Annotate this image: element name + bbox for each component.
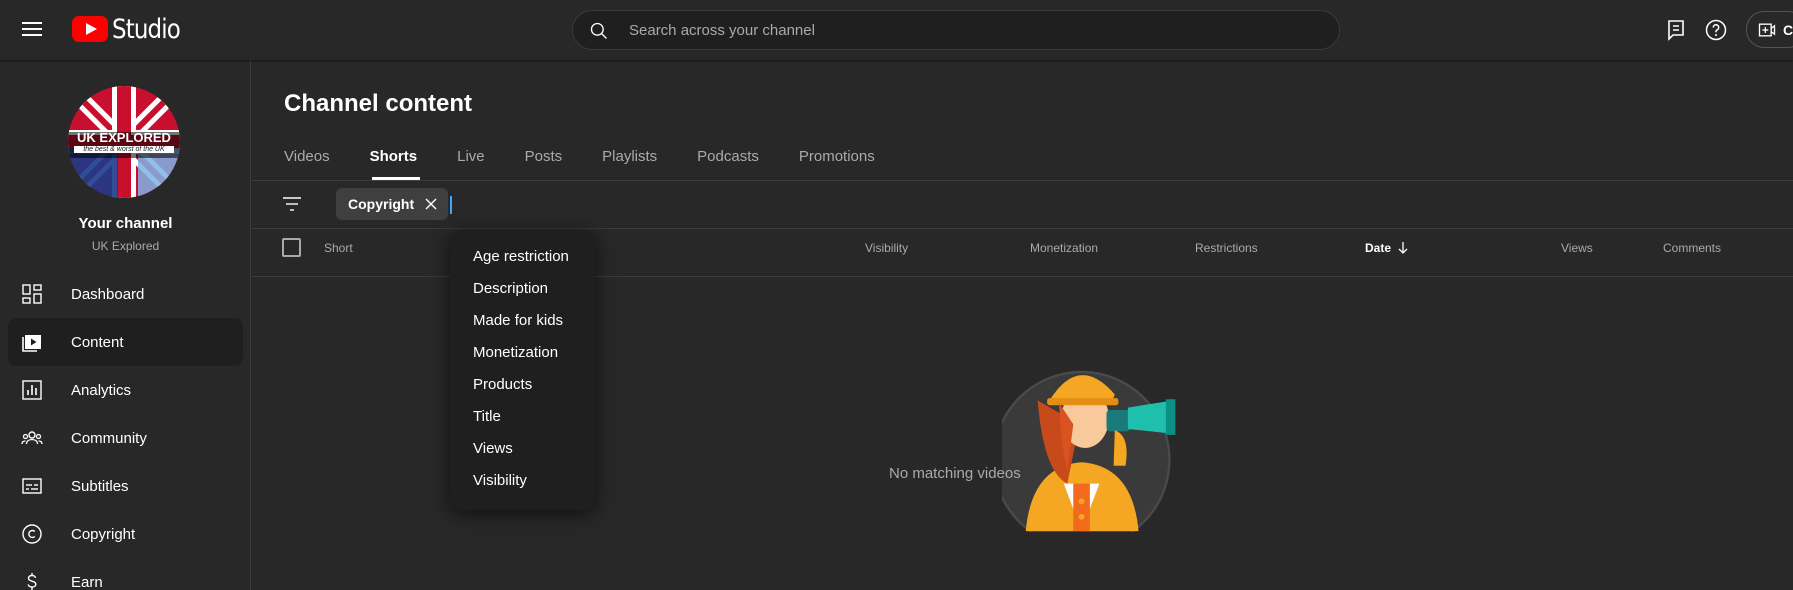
menu-item-made-for-kids[interactable]: Made for kids [450,304,595,336]
sidebar-item-content[interactable]: Content [8,318,243,366]
channel-name[interactable]: Your channel [0,215,251,232]
create-button[interactable]: C [1746,11,1793,48]
tab-promotions[interactable]: Promotions [799,140,875,180]
youtube-logo-icon [72,16,108,42]
avatar-text-sub: the best & worst of the UK [74,146,174,153]
content-icon [22,335,41,352]
sidebar-item-analytics[interactable]: Analytics [8,366,243,414]
page-title: Channel content [284,90,473,117]
create-label: C [1783,21,1793,38]
menu-item-description[interactable]: Description [450,272,595,304]
hamburger-menu-icon[interactable] [20,18,44,42]
column-date[interactable]: Date [1365,241,1409,255]
sidebar-item-label: Subtitles [71,477,129,495]
menu-item-monetization[interactable]: Monetization [450,336,595,368]
column-views: Views [1561,241,1593,255]
top-bar: Studio C [0,0,1793,60]
tab-shorts[interactable]: Shorts [370,140,418,180]
close-icon[interactable] [424,197,438,211]
create-video-icon [1758,23,1776,36]
column-restrictions: Restrictions [1195,241,1258,255]
sidebar-item-label: Content [71,333,124,351]
subtitles-icon [22,478,42,494]
copyright-icon [22,524,42,544]
studio-logo-text: Studio [112,13,181,45]
menu-item-title[interactable]: Title [450,400,595,432]
dashboard-icon [22,284,42,304]
tabs-divider [252,180,1793,181]
earn-icon [27,573,37,590]
menu-item-products[interactable]: Products [450,368,595,400]
sidebar-item-community[interactable]: Community [8,414,243,462]
sidebar-nav: Dashboard Content Analytics Community Su… [0,270,251,590]
channel-handle: UK Explored [91,239,160,253]
filter-input-caret[interactable] [450,196,452,214]
tab-podcasts[interactable]: Podcasts [697,140,759,180]
analytics-icon [22,380,42,400]
sidebar-item-dashboard[interactable]: Dashboard [8,270,243,318]
sort-down-arrow-icon [1398,242,1408,254]
sidebar: UK EXPLORED the best & worst of the UK Y… [0,60,251,590]
filter-dropdown-menu: Age restriction Description Made for kid… [450,230,595,510]
tab-videos[interactable]: Videos [284,140,330,180]
search-bar[interactable] [572,10,1340,50]
community-icon [21,431,43,445]
menu-item-views[interactable]: Views [450,432,595,464]
search-input[interactable] [629,11,1309,49]
filter-chip-label: Copyright [348,196,415,212]
column-monetization: Monetization [1030,241,1099,255]
sidebar-item-subtitles[interactable]: Subtitles [8,462,243,510]
content-tabs: Videos Shorts Live Posts Playlists Podca… [284,140,915,180]
tab-posts[interactable]: Posts [525,140,563,180]
column-visibility: Visibility [865,241,909,255]
menu-item-age-restriction[interactable]: Age restriction [450,240,595,272]
select-all-checkbox[interactable] [282,238,301,257]
empty-state-text: No matching videos [889,465,1021,482]
help-icon[interactable] [1704,18,1728,42]
sidebar-item-label: Copyright [71,525,136,543]
no-results-illustration [1002,370,1176,532]
menu-item-visibility[interactable]: Visibility [450,464,595,496]
sidebar-item-label: Community [71,429,147,447]
tab-playlists[interactable]: Playlists [602,140,657,180]
channel-avatar[interactable]: UK EXPLORED the best & worst of the UK [68,86,180,198]
filter-icon[interactable] [280,192,304,216]
avatar-text-main: UK EXPLORED [77,130,171,145]
filter-chip-copyright[interactable]: Copyright [336,188,449,220]
sidebar-item-label: Earn [71,573,103,590]
sidebar-item-label: Dashboard [71,285,145,303]
studio-logo[interactable]: Studio [72,13,192,45]
sidebar-item-copyright[interactable]: Copyright [8,510,243,558]
search-icon [590,22,607,39]
sidebar-item-label: Analytics [71,381,132,399]
feedback-icon[interactable] [1664,18,1688,42]
column-date-label: Date [1365,241,1392,255]
column-comments: Comments [1663,241,1722,255]
sidebar-item-earn[interactable]: Earn [8,558,243,590]
column-short: Short [324,241,353,255]
tab-live[interactable]: Live [457,140,485,180]
